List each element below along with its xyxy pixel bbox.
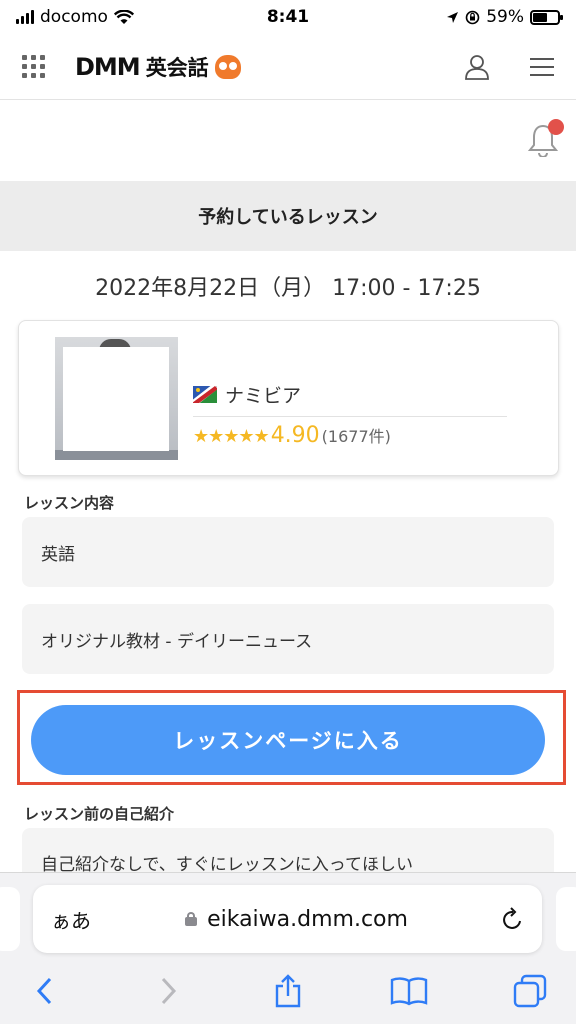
bookmarks-button[interactable]	[387, 969, 431, 1013]
page-settings-button[interactable]: ぁあ	[51, 905, 91, 934]
orientation-lock-icon	[465, 10, 480, 24]
intro-label: レッスン前の自己紹介	[24, 805, 175, 823]
notification-badge	[548, 119, 564, 135]
url-wrap[interactable]: eikaiwa.dmm.com	[91, 907, 502, 932]
lesson-material-field: オリジナル教材 - デイリーニュース	[22, 604, 554, 674]
status-bar: docomo 8:41 59%	[0, 0, 576, 34]
lesson-datetime: 2022年8月22日（月） 17:00 - 17:25	[95, 276, 481, 301]
share-button[interactable]	[266, 969, 310, 1013]
wifi-icon	[113, 9, 134, 24]
teacher-card[interactable]: ナミビア ★★★★★ 4.90 (1677件)	[18, 320, 559, 476]
tabs-button[interactable]	[508, 969, 552, 1013]
brand-eikaiwa: 英会話	[145, 55, 209, 80]
brand-dmm: DMM	[75, 52, 141, 81]
safari-toolbar	[0, 969, 576, 1013]
prev-tab-peek[interactable]	[0, 887, 20, 951]
back-button[interactable]	[22, 969, 66, 1013]
lesson-content-label: レッスン内容	[24, 494, 115, 512]
lesson-language-field: 英語	[22, 517, 554, 587]
share-icon	[275, 974, 301, 1008]
teacher-rating-row: ★★★★★ 4.90 (1677件)	[193, 423, 507, 448]
user-icon[interactable]	[464, 54, 490, 80]
section-heading: 予約しているレッスン	[0, 181, 576, 251]
namibia-flag-icon	[193, 386, 217, 403]
carrier-name: docomo	[40, 7, 108, 27]
next-tab-peek[interactable]	[556, 887, 576, 951]
header-actions	[464, 54, 554, 80]
reload-icon[interactable]	[502, 907, 524, 931]
bookmarks-icon	[390, 977, 428, 1006]
teacher-photo	[55, 337, 178, 460]
location-arrow-icon	[447, 11, 459, 23]
back-icon	[36, 977, 52, 1005]
grid-menu-icon[interactable]	[22, 55, 45, 78]
owl-logo-icon	[214, 54, 241, 79]
forward-button[interactable]	[147, 969, 191, 1013]
teacher-info: ナミビア ★★★★★ 4.90 (1677件)	[193, 381, 507, 448]
rating-count: (1677件)	[321, 427, 391, 446]
address-bar[interactable]: ぁあ eikaiwa.dmm.com	[33, 885, 542, 953]
enter-lesson-button[interactable]: レッスンページに入る	[31, 705, 545, 775]
status-left: docomo	[16, 7, 134, 27]
teacher-country: ナミビア	[225, 385, 302, 407]
notification-row	[0, 101, 576, 181]
lock-icon	[185, 912, 198, 926]
url-text[interactable]: eikaiwa.dmm.com	[207, 907, 408, 932]
battery-percent: 59%	[486, 7, 524, 27]
rating-value: 4.90	[270, 423, 320, 448]
hamburger-menu-icon[interactable]	[530, 57, 554, 76]
cellular-signal-icon	[16, 10, 34, 24]
rating-stars: ★★★★★	[193, 426, 270, 447]
status-right: 59%	[446, 7, 563, 27]
app-header: DMM 英会話	[0, 34, 576, 100]
safari-bottom-bar: ぁあ eikaiwa.dmm.com	[0, 872, 576, 1024]
notification-button[interactable]	[527, 119, 564, 161]
brand-logo[interactable]: DMM 英会話	[75, 52, 241, 82]
tabs-icon	[513, 974, 547, 1008]
battery-fill	[533, 12, 548, 22]
battery-icon	[530, 9, 563, 25]
teacher-country-row: ナミビア	[193, 381, 507, 417]
forward-icon	[161, 977, 177, 1005]
